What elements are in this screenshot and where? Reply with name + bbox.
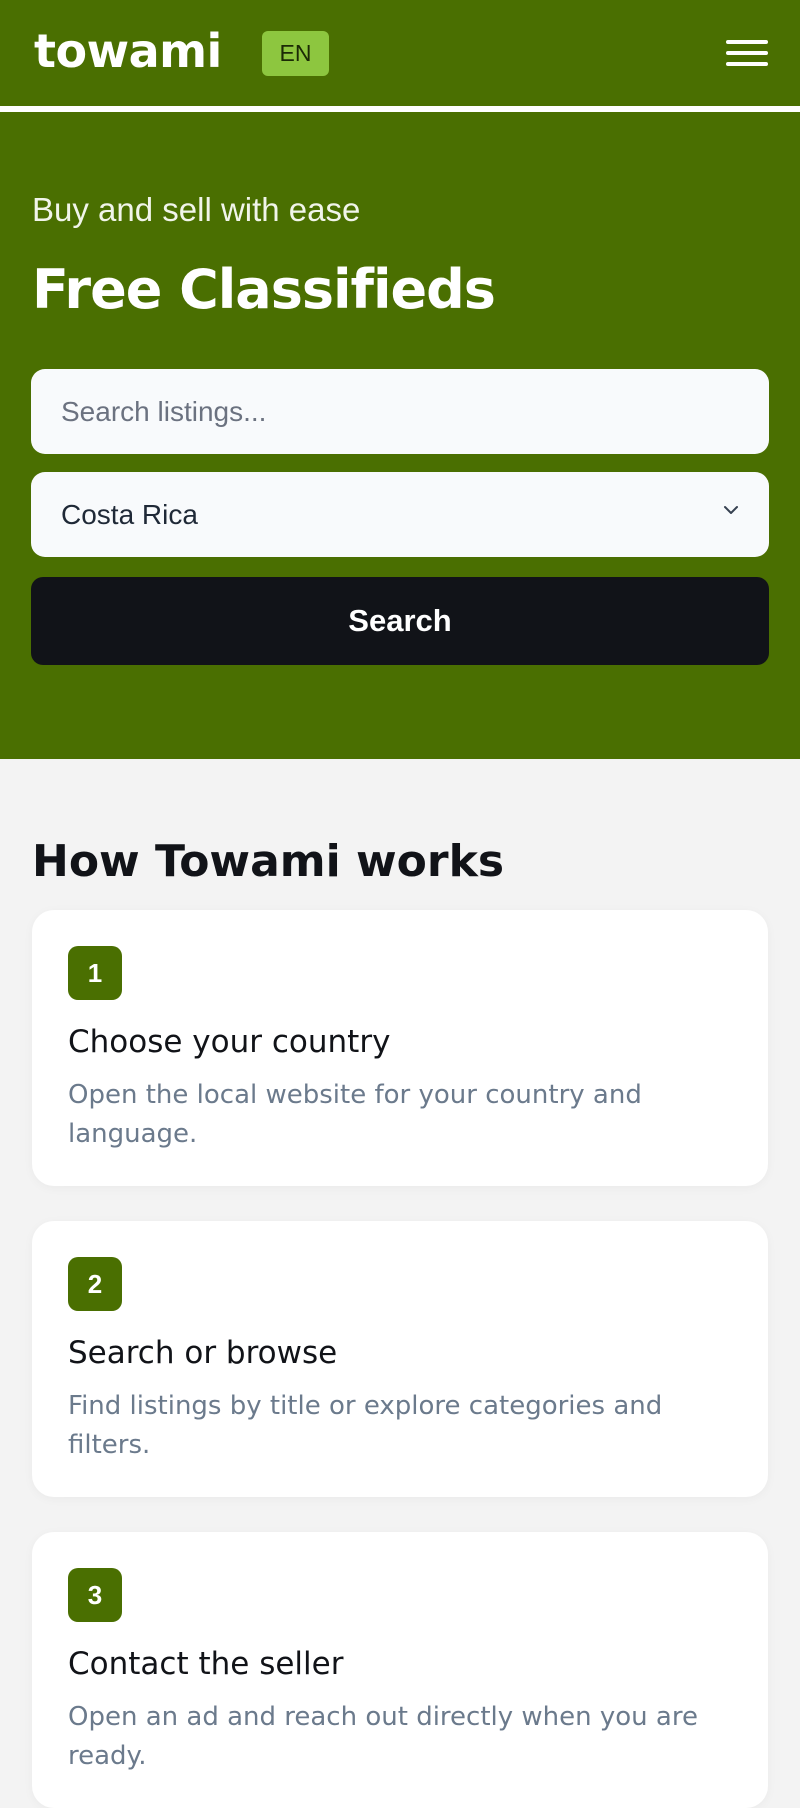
hero-title: Free Classifieds — [32, 258, 496, 321]
chevron-down-icon — [724, 506, 738, 514]
country-select-value: Costa Rica — [61, 499, 198, 530]
search-button[interactable]: Search — [31, 577, 769, 665]
step-number-badge: 3 — [68, 1568, 122, 1622]
how-it-works-title: How Towami works — [32, 836, 505, 887]
hamburger-menu-icon[interactable] — [724, 38, 770, 68]
step-title: Choose your country — [68, 1024, 391, 1060]
search-input[interactable] — [31, 369, 769, 454]
step-number-badge: 2 — [68, 1257, 122, 1311]
hero-section: Buy and sell with ease Free Classifieds … — [0, 112, 800, 759]
top-navbar: towami EN — [0, 0, 800, 106]
step-card: 3 Contact the seller Open an ad and reac… — [32, 1532, 768, 1808]
step-card: 2 Search or browse Find listings by titl… — [32, 1221, 768, 1497]
step-card: 1 Choose your country Open the local web… — [32, 910, 768, 1186]
step-title: Search or browse — [68, 1335, 338, 1371]
hero-subtitle: Buy and sell with ease — [32, 191, 361, 228]
site-logo[interactable]: towami — [34, 18, 222, 84]
step-number-badge: 1 — [68, 946, 122, 1000]
step-title: Contact the seller — [68, 1646, 344, 1682]
country-select[interactable]: Costa Rica — [31, 472, 769, 557]
step-description: Open the local website for your country … — [68, 1080, 642, 1149]
step-description: Open an ad and reach out directly when y… — [68, 1702, 698, 1771]
language-badge[interactable]: EN — [262, 31, 329, 76]
step-description: Find listings by title or explore catego… — [68, 1391, 663, 1460]
